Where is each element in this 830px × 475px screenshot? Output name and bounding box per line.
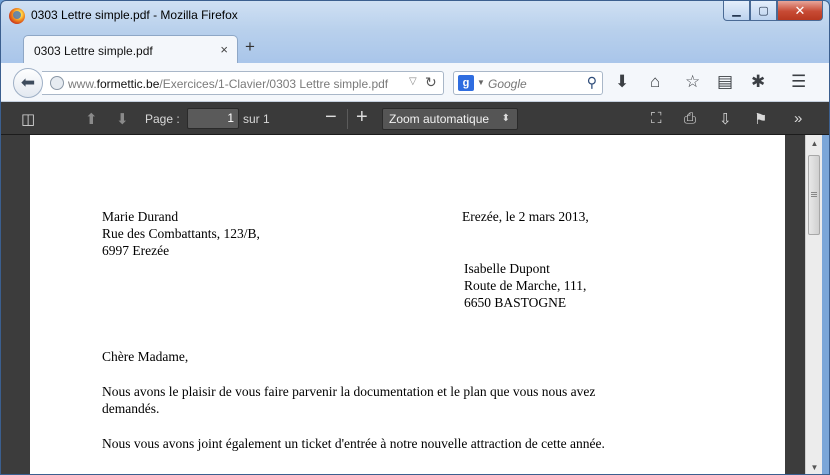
maximize-icon: ▢ <box>758 5 769 17</box>
greeting: Chère Madame, <box>102 349 189 364</box>
save-download-icon[interactable]: ⇩ <box>719 110 732 128</box>
tab-strip: 0303 Lettre simple.pdf × + <box>1 31 829 63</box>
reload-icon[interactable]: ↻ <box>425 74 437 91</box>
bookmarks-menu-icon[interactable]: ▤ <box>717 72 733 92</box>
navigation-bar: www.formettic.be/Exercices/1-Clavier/030… <box>1 63 829 102</box>
search-icon[interactable]: ⚲ <box>587 74 597 91</box>
recipient-block: Isabelle Dupont Route de Marche, 111, 66… <box>464 260 586 311</box>
tools-menu-icon[interactable]: » <box>794 110 802 127</box>
sender-street: Rue des Combattants, 123/B, <box>102 226 260 241</box>
scroll-down-icon[interactable]: ▼ <box>806 459 823 474</box>
minimize-button[interactable]: ▁ <box>723 1 750 21</box>
bookmark-icon[interactable]: ⚑ <box>754 110 767 128</box>
search-bar[interactable]: g ▼ Google ⚲ <box>453 71 603 95</box>
tab-close-icon[interactable]: × <box>220 42 228 57</box>
paragraph-1-line-2: demandés. <box>102 401 160 416</box>
page-label: Page : <box>145 112 180 126</box>
sender-name: Marie Durand <box>102 209 179 224</box>
pdf-viewer[interactable]: Marie Durand Rue des Combattants, 123/B,… <box>1 135 829 474</box>
recipient-street: Route de Marche, 111, <box>464 278 587 293</box>
window-controls: ▁ ▢ ✕ <box>723 1 823 21</box>
zoom-select-arrows-icon: ⬍ <box>501 113 510 124</box>
window-border <box>822 135 829 474</box>
page-number-input[interactable]: 1 <box>187 108 239 129</box>
zoom-select-value: Zoom automatique <box>389 112 490 126</box>
zoom-out-button[interactable]: − <box>325 106 337 129</box>
recipient-city: 6650 BASTOGNE <box>464 295 567 310</box>
home-icon[interactable]: ⌂ <box>650 72 660 92</box>
scrollbar-grip <box>811 192 817 193</box>
bookmark-star-icon[interactable]: ☆ <box>685 72 700 92</box>
tab-label: 0303 Lettre simple.pdf <box>34 44 153 58</box>
close-button[interactable]: ✕ <box>777 1 823 21</box>
search-engine-dropdown-icon[interactable]: ▼ <box>477 78 485 87</box>
hamburger-menu-icon[interactable]: ☰ <box>791 72 806 92</box>
url-prefix: www. <box>68 77 97 91</box>
tab-active[interactable]: 0303 Lettre simple.pdf × <box>23 35 238 63</box>
search-engine-icon[interactable]: g <box>458 75 474 91</box>
search-input[interactable]: Google <box>488 77 527 91</box>
paragraph-1-line-1: Nous avons le plaisir de vous faire parv… <box>102 384 596 399</box>
zoom-select[interactable]: Zoom automatique ⬍ <box>382 108 518 130</box>
sender-city: 6997 Erezée <box>102 243 170 258</box>
back-button[interactable]: ⬅ <box>13 68 43 98</box>
print-icon[interactable]: ⎙ <box>684 110 696 127</box>
globe-icon <box>50 76 64 90</box>
scrollbar-thumb[interactable] <box>808 155 820 235</box>
recipient-name: Isabelle Dupont <box>464 261 550 276</box>
url-history-dropdown-icon[interactable]: ▽ <box>409 76 417 87</box>
maximize-button[interactable]: ▢ <box>750 1 777 21</box>
new-tab-button[interactable]: + <box>245 37 255 57</box>
title-bar: 0303 Lettre simple.pdf - Mozilla Firefox… <box>1 1 829 31</box>
page-total: sur 1 <box>243 112 270 126</box>
scroll-up-icon[interactable]: ▲ <box>806 135 823 152</box>
url-domain: formettic.be <box>96 77 160 91</box>
paragraph-1: Nous avons le plaisir de vous faire parv… <box>102 383 595 417</box>
firefox-window: 0303 Lettre simple.pdf - Mozilla Firefox… <box>0 0 830 475</box>
pdf-page: Marie Durand Rue des Combattants, 123/B,… <box>30 135 785 474</box>
presentation-mode-icon[interactable]: ⛶ <box>651 110 662 127</box>
paragraph-2: Nous vous avons joint également un ticke… <box>102 436 605 451</box>
close-icon: ✕ <box>794 2 806 18</box>
previous-page-icon[interactable]: ⬆ <box>85 110 98 128</box>
date-line: Erezée, le 2 mars 2013, <box>462 209 589 224</box>
next-page-icon[interactable]: ⬇ <box>116 110 129 128</box>
gear-icon[interactable]: ✱ <box>751 72 765 92</box>
back-arrow-icon: ⬅ <box>20 73 36 92</box>
sidebar-toggle-icon[interactable]: ◫ <box>21 110 35 128</box>
url-path: /Exercices/1-Clavier/0303 Lettre simple.… <box>159 77 389 91</box>
sender-block: Marie Durand Rue des Combattants, 123/B,… <box>102 208 260 259</box>
zoom-in-button[interactable]: + <box>356 106 368 129</box>
firefox-logo-icon <box>9 8 25 24</box>
minimize-icon: ▁ <box>732 5 741 17</box>
download-icon[interactable]: ⬇ <box>615 72 629 92</box>
url-bar[interactable]: www.formettic.be/Exercices/1-Clavier/030… <box>42 71 444 95</box>
pdf-toolbar: ◫ ⬆ ⬇ Page : 1 sur 1 − + Zoom automatiqu… <box>1 102 829 135</box>
vertical-scrollbar[interactable]: ▲ ▼ <box>805 135 823 474</box>
url-text[interactable]: www.formettic.be/Exercices/1-Clavier/030… <box>68 77 388 91</box>
toolbar-divider <box>347 109 348 129</box>
window-title: 0303 Lettre simple.pdf - Mozilla Firefox <box>31 8 238 22</box>
